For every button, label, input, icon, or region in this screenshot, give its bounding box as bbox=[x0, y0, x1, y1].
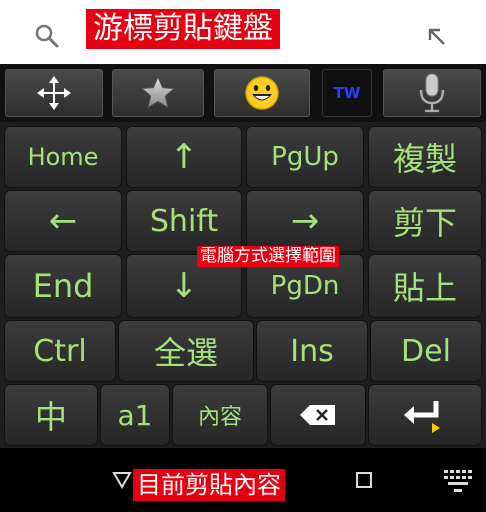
voice-button[interactable] bbox=[383, 69, 481, 117]
keyboard-switch-icon[interactable] bbox=[442, 468, 474, 494]
home-key[interactable]: Home bbox=[4, 126, 122, 188]
enter-icon bbox=[404, 401, 440, 433]
arrow-left-key[interactable]: ← bbox=[4, 190, 122, 252]
search-icon[interactable] bbox=[34, 23, 60, 49]
ins-key[interactable]: Ins bbox=[256, 320, 368, 382]
move-cursor-button[interactable] bbox=[5, 69, 103, 117]
chinese-mode-key[interactable]: 中 bbox=[4, 384, 98, 446]
move-arrows-icon bbox=[37, 76, 71, 110]
ctrl-key[interactable]: Ctrl bbox=[4, 320, 116, 382]
del-key[interactable]: Del bbox=[370, 320, 482, 382]
language-button[interactable]: TW bbox=[322, 69, 372, 117]
enter-key[interactable] bbox=[368, 384, 482, 446]
recents-square-icon[interactable] bbox=[355, 471, 373, 489]
backspace-icon bbox=[300, 405, 335, 425]
microphone-icon bbox=[419, 73, 445, 113]
shift-key[interactable]: Shift bbox=[126, 190, 242, 252]
favorite-button[interactable] bbox=[112, 69, 204, 117]
keyboard-toolbar: TW bbox=[0, 64, 486, 122]
current-clipboard-label: 目前剪貼內容 bbox=[133, 469, 285, 501]
emoji-button[interactable] bbox=[214, 69, 310, 117]
cut-key[interactable]: 剪下 bbox=[368, 190, 482, 252]
title-label: 游標剪貼鍵盤 bbox=[86, 9, 280, 49]
a1-key[interactable]: a1 bbox=[100, 384, 170, 446]
pgup-key[interactable]: PgUp bbox=[246, 126, 364, 188]
select-all-key[interactable]: 全選 bbox=[118, 320, 254, 382]
arrow-right-key[interactable]: → bbox=[246, 190, 364, 252]
copy-key[interactable]: 複製 bbox=[368, 126, 482, 188]
language-label: TW bbox=[333, 84, 361, 102]
arrow-up-left-icon[interactable] bbox=[426, 26, 448, 48]
back-triangle-icon[interactable] bbox=[112, 470, 132, 490]
clipboard-content-key[interactable]: 內容 bbox=[172, 384, 268, 446]
end-key[interactable]: End bbox=[4, 254, 122, 318]
star-icon bbox=[141, 75, 175, 109]
paste-key[interactable]: 貼上 bbox=[368, 254, 482, 318]
arrow-up-key[interactable]: ↑ bbox=[126, 126, 242, 188]
selection-mode-label: 電腦方式選擇範圍 bbox=[197, 246, 339, 267]
backspace-key[interactable] bbox=[270, 384, 366, 446]
emoji-icon bbox=[245, 76, 279, 110]
